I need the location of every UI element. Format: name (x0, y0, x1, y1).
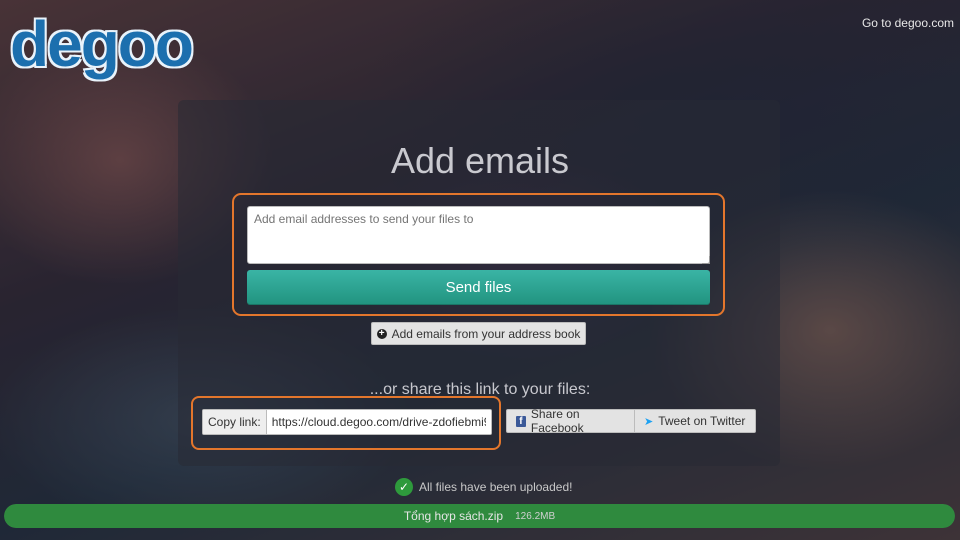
social-share-group: f Share on Facebook ➤ Tweet on Twitter (506, 407, 756, 435)
check-circle-icon: ✓ (395, 478, 413, 496)
tweet-twitter-button[interactable]: ➤ Tweet on Twitter (635, 409, 756, 433)
twitter-label: Tweet on Twitter (658, 414, 746, 428)
send-files-button[interactable]: Send files (247, 270, 710, 305)
share-facebook-button[interactable]: f Share on Facebook (506, 407, 635, 435)
upload-progress-bar: Tổng hợp sách.zip 126.2MB (4, 504, 955, 528)
file-name: Tổng hợp sách.zip (403, 509, 504, 523)
page-title: Add emails (390, 140, 570, 181)
address-book-label: Add emails from your address book (391, 326, 581, 341)
share-link-input[interactable] (266, 410, 491, 434)
file-size: 126.2MB (515, 510, 556, 522)
facebook-icon: f (516, 415, 526, 427)
twitter-icon: ➤ (644, 415, 654, 428)
facebook-label: Share on Facebook (530, 407, 584, 435)
email-addresses-input[interactable] (247, 206, 710, 264)
address-book-button[interactable]: + Add emails from your address book (371, 322, 586, 345)
copy-link-label: Copy link: (203, 410, 267, 434)
degoo-logo[interactable]: degoo (10, 12, 194, 76)
upload-status-text: All files have been uploaded! (419, 480, 573, 494)
goto-degoo-link[interactable]: Go to degoo.com (862, 16, 954, 30)
plus-circle-icon: + (376, 328, 387, 339)
progress-label: Tổng hợp sách.zip 126.2MB (4, 504, 955, 528)
share-link-group: Copy link: (202, 409, 492, 435)
resize-grip-icon[interactable] (702, 256, 710, 264)
upload-status: ✓ All files have been uploaded! (395, 478, 572, 496)
